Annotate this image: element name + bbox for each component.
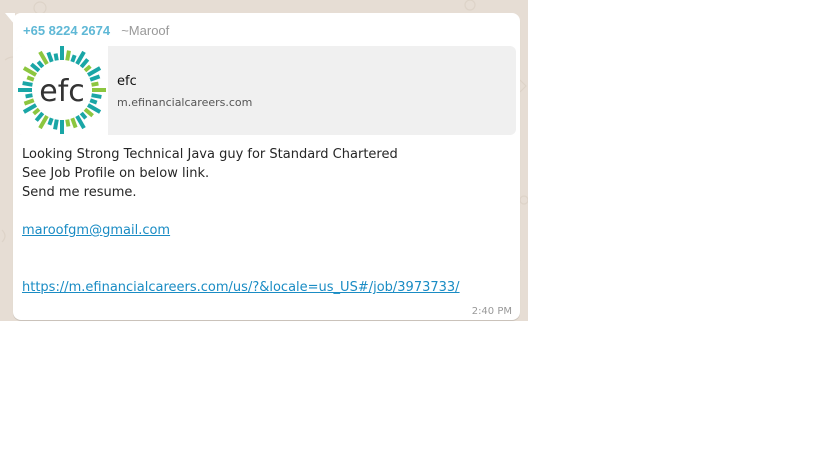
message-line: Looking Strong Technical Java guy for St…	[22, 147, 398, 162]
sender-row: +65 8224 2674 ~Maroof	[23, 22, 169, 38]
sender-name: ~Maroof	[121, 23, 170, 38]
logo-ray	[83, 107, 94, 118]
logo-ray	[91, 81, 99, 87]
logo-ray	[46, 51, 54, 63]
message-line: See Job Profile on below link.	[22, 166, 210, 181]
sender-phone[interactable]: +65 8224 2674	[23, 23, 110, 38]
message-line: Send me resume.	[22, 185, 137, 200]
logo-ray	[32, 107, 41, 116]
logo-ray	[79, 58, 90, 69]
logo-ray	[53, 119, 59, 130]
preview-domain: m.efinancialcareers.com	[117, 96, 253, 109]
logo-ray	[70, 54, 77, 63]
logo-ray	[36, 60, 45, 69]
logo-ray	[30, 62, 41, 73]
logo-ray	[47, 117, 54, 126]
logo-ray	[65, 50, 71, 61]
link-preview-card[interactable]: efc efc m.efinancialcareers.com	[16, 46, 516, 135]
job-link[interactable]: https://m.efinancialcareers.com/us/?&loc…	[22, 280, 460, 295]
message-bubble[interactable]: +65 8224 2674 ~Maroof efc efc m.efinanci…	[13, 13, 520, 320]
logo-ray	[79, 111, 88, 120]
logo-ray	[25, 93, 33, 99]
logo-ray	[89, 74, 101, 82]
logo-ray	[34, 111, 45, 122]
logo-ray	[70, 117, 78, 129]
message-timestamp: 2:40 PM	[471, 306, 512, 317]
email-link[interactable]: maroofgm@gmail.com	[22, 223, 170, 238]
logo-ray	[89, 98, 98, 105]
logo-ray	[22, 81, 33, 87]
logo-ray	[53, 53, 59, 61]
logo-ray	[26, 75, 35, 82]
message-text: Looking Strong Technical Java guy for St…	[22, 145, 460, 297]
logo-ray	[23, 98, 35, 106]
efc-logo-text: efc	[39, 74, 85, 109]
preview-title: efc	[117, 74, 137, 89]
logo-ray	[65, 119, 71, 127]
logo-ray	[91, 93, 102, 99]
efc-logo: efc	[16, 46, 108, 135]
efc-logo-image: efc	[18, 46, 106, 134]
logo-ray	[83, 64, 92, 73]
